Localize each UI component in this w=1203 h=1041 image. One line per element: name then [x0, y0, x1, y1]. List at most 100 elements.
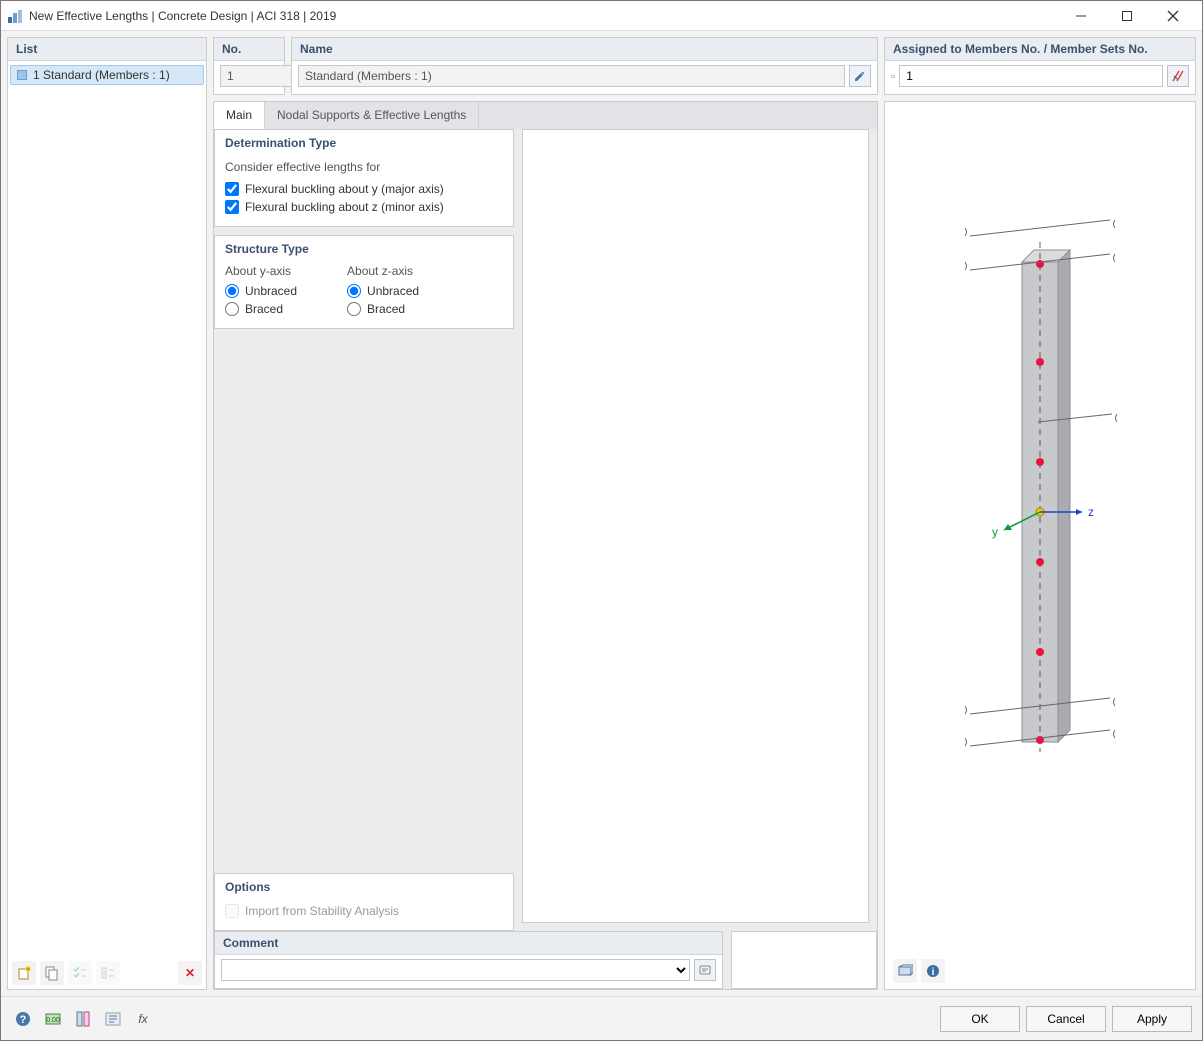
minimize-button[interactable]: [1058, 1, 1104, 31]
uncheck-icon[interactable]: [96, 961, 120, 985]
apply-button[interactable]: Apply: [1112, 1006, 1192, 1032]
preview-view-icon[interactable]: [893, 959, 917, 983]
bottom-right-buttons: OK Cancel Apply: [940, 1006, 1192, 1032]
dialog-window: New Effective Lengths | Concrete Design …: [0, 0, 1203, 1041]
radio-y-unbraced[interactable]: Unbraced: [225, 282, 297, 300]
radio-y-braced-label: Braced: [245, 302, 283, 316]
assigned-panel: Assigned to Members No. / Member Sets No…: [884, 37, 1196, 95]
options-group: Options Import from Stability Analysis: [214, 873, 514, 931]
radio-z-braced-label: Braced: [367, 302, 405, 316]
svg-text:?: ?: [20, 1014, 27, 1026]
cancel-button[interactable]: Cancel: [1026, 1006, 1106, 1032]
list-item[interactable]: 1 Standard (Members : 1): [10, 65, 204, 85]
radio-z-unbraced-label: Unbraced: [367, 284, 419, 298]
mid-row: Main Nodal Supports & Effective Lengths …: [213, 101, 1196, 990]
check-stability: Import from Stability Analysis: [225, 902, 503, 920]
list-body: 1 Standard (Members : 1): [8, 61, 206, 957]
y-axis-heading: About y-axis: [225, 264, 297, 282]
svg-text:i: i: [932, 967, 935, 978]
tabs-area: Main Nodal Supports & Effective Lengths …: [213, 101, 878, 990]
radio-z-unbraced-input[interactable]: [347, 284, 361, 298]
titlebar: New Effective Lengths | Concrete Design …: [1, 1, 1202, 31]
assigned-header: Assigned to Members No. / Member Sets No…: [885, 38, 1195, 61]
function-icon[interactable]: fx: [131, 1007, 155, 1031]
name-input[interactable]: [298, 65, 845, 87]
comment-side-panel: [731, 931, 877, 989]
check-flex-y-box[interactable]: [225, 182, 239, 196]
z-axis-heading: About z-axis: [347, 264, 419, 282]
tab-body: Determination Type Consider effective le…: [214, 129, 877, 931]
edit-name-icon[interactable]: [849, 65, 871, 87]
list-header: List: [8, 38, 206, 61]
svg-text:fx: fx: [138, 1012, 148, 1026]
pick-members-icon[interactable]: [1167, 65, 1189, 87]
list-panel: List 1 Standard (Members : 1): [7, 37, 207, 990]
radio-y-braced-input[interactable]: [225, 302, 239, 316]
checklist-icon[interactable]: [68, 961, 92, 985]
check-flex-z[interactable]: Flexural buckling about z (minor axis): [225, 198, 503, 216]
preview-svg: z y: [885, 102, 1195, 922]
units-icon[interactable]: 0.00: [41, 1007, 65, 1031]
tab-main[interactable]: Main: [214, 102, 265, 129]
delete-icon[interactable]: ✕: [178, 961, 202, 985]
settings-empty-column: [522, 129, 869, 923]
tab-nodal-supports[interactable]: Nodal Supports & Effective Lengths: [265, 102, 479, 129]
preview-toolbar: i: [893, 959, 945, 983]
comment-combo[interactable]: [221, 959, 690, 981]
default-values-icon[interactable]: [101, 1007, 125, 1031]
radio-z-braced-input[interactable]: [347, 302, 361, 316]
design-code-icon[interactable]: [71, 1007, 95, 1031]
check-flex-z-box[interactable]: [225, 200, 239, 214]
ok-button[interactable]: OK: [940, 1006, 1020, 1032]
comment-header: Comment: [215, 932, 722, 955]
comment-row: Comment: [214, 931, 877, 989]
no-header: No.: [214, 38, 284, 61]
preview-panel: z y: [884, 101, 1196, 990]
determination-sub: Consider effective lengths for: [225, 158, 503, 180]
check-stability-label: Import from Stability Analysis: [245, 904, 399, 918]
check-stability-box: [225, 904, 239, 918]
radio-y-unbraced-label: Unbraced: [245, 284, 297, 298]
list-item-label: 1 Standard (Members : 1): [33, 68, 170, 82]
window-controls: [1058, 1, 1196, 31]
close-button[interactable]: [1150, 1, 1196, 31]
radio-z-unbraced[interactable]: Unbraced: [347, 282, 419, 300]
check-flex-y-label: Flexural buckling about y (major axis): [245, 182, 444, 196]
radio-y-braced[interactable]: Braced: [225, 300, 297, 318]
new-icon[interactable]: [12, 961, 36, 985]
maximize-button[interactable]: [1104, 1, 1150, 31]
tabstrip: Main Nodal Supports & Effective Lengths: [214, 102, 877, 129]
comment-edit-icon[interactable]: [694, 959, 716, 981]
name-header: Name: [292, 38, 877, 61]
options-title: Options: [215, 874, 513, 898]
settings-column: Determination Type Consider effective le…: [214, 129, 514, 931]
preview-info-icon[interactable]: i: [921, 959, 945, 983]
copy-icon[interactable]: [40, 961, 64, 985]
structure-group: Structure Type About y-axis Unbraced: [214, 235, 514, 329]
dialog-body: List 1 Standard (Members : 1): [1, 31, 1202, 996]
list-color-swatch: [17, 70, 27, 80]
axis-z-label: z: [1088, 505, 1094, 519]
app-icon: [7, 8, 23, 24]
assigned-input[interactable]: [899, 65, 1163, 87]
svg-text:0.00: 0.00: [46, 1017, 60, 1024]
check-flex-z-label: Flexural buckling about z (minor axis): [245, 200, 444, 214]
check-flex-y[interactable]: Flexural buckling about y (major axis): [225, 180, 503, 198]
window-title: New Effective Lengths | Concrete Design …: [29, 9, 1058, 23]
radio-z-braced[interactable]: Braced: [347, 300, 419, 318]
left-column: List 1 Standard (Members : 1): [7, 37, 207, 990]
no-panel: No.: [213, 37, 285, 95]
bottom-bar: ? 0.00 fx OK Cancel Apply: [1, 996, 1202, 1040]
axis-y-label: y: [992, 525, 998, 539]
assigned-prefix-icon: ▫: [891, 69, 895, 83]
name-panel: Name: [291, 37, 878, 95]
structure-title: Structure Type: [215, 236, 513, 260]
determination-title: Determination Type: [215, 130, 513, 154]
determination-group: Determination Type Consider effective le…: [214, 129, 514, 227]
comment-panel: Comment: [214, 931, 723, 989]
bottom-left-icons: ? 0.00 fx: [11, 1007, 155, 1031]
list-toolbar: ✕: [8, 957, 206, 989]
help-icon[interactable]: ?: [11, 1007, 35, 1031]
top-row: No. Name Assigned to Members No.: [213, 37, 1196, 95]
radio-y-unbraced-input[interactable]: [225, 284, 239, 298]
